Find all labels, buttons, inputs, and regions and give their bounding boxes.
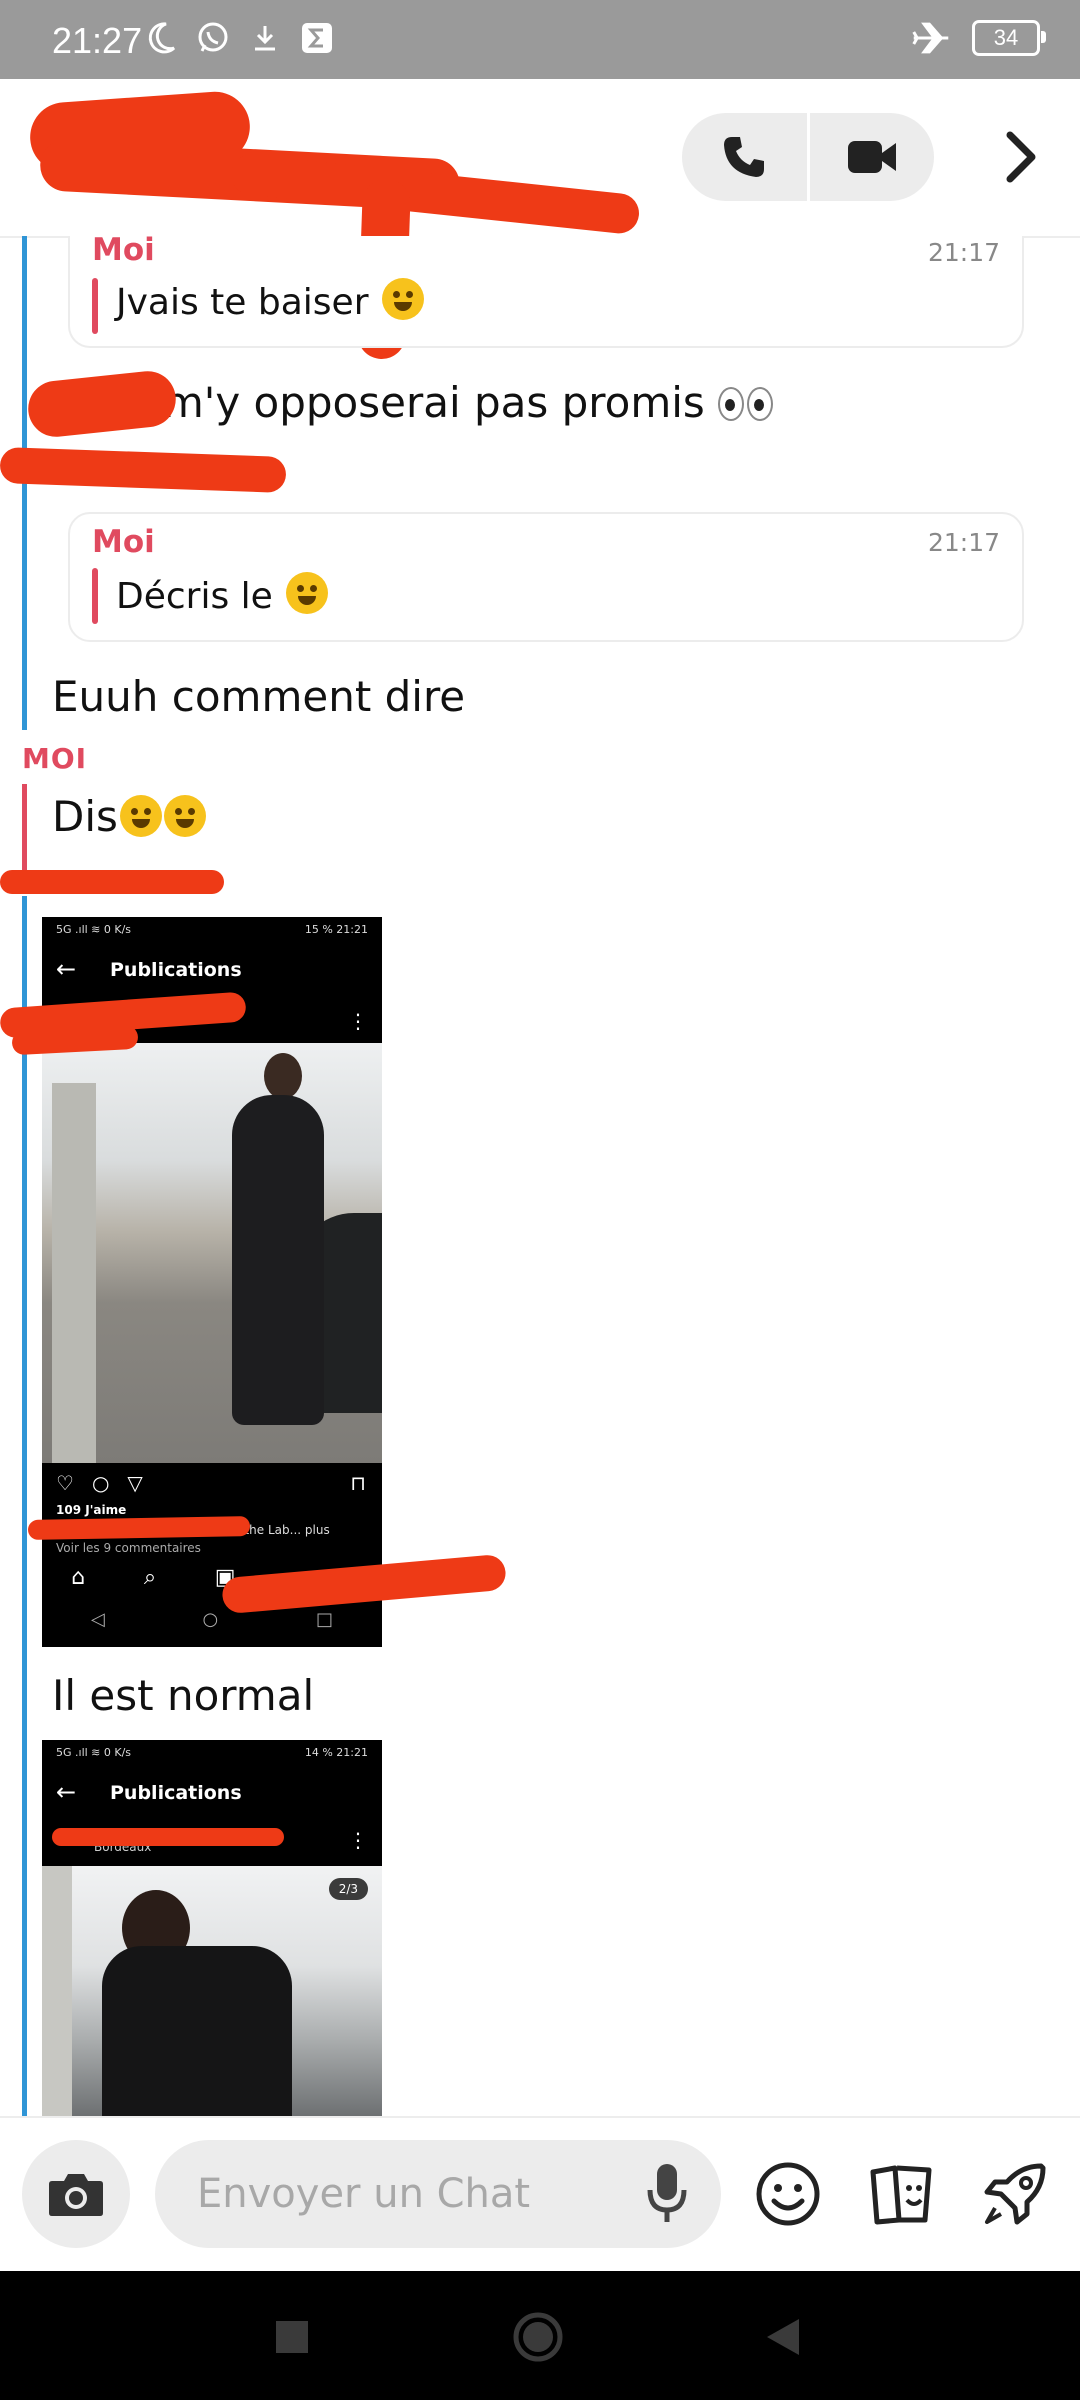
eyes-emoji [718,382,776,431]
stickers-icon[interactable] [862,2154,942,2234]
redaction-mark [27,1516,251,1540]
more-options-icon: ⋮ [348,1009,368,1033]
bookmark-icon: ⊓ [350,1471,366,1495]
chat-message-input[interactable] [155,2140,721,2248]
camera-button[interactable] [22,2140,130,2248]
more-options-icon: ⋮ [348,1828,368,1852]
recents-icon: □ [316,1609,334,1630]
home-button[interactable] [508,2307,568,2367]
screenshot-title: Publications [110,1782,242,1804]
shushing-face-emoji [381,278,424,320]
message-text[interactable]: je m'y opposerai pas promis [112,378,776,431]
battery-level: 34 [993,25,1019,50]
recents-button[interactable] [262,2307,322,2367]
back-triangle-icon [767,2319,799,2355]
video-camera-icon [847,141,896,173]
message-text[interactable]: Euuh comment dire [52,672,465,721]
rocket-icon[interactable] [975,2154,1055,2234]
phone-icon [724,137,765,177]
android-navigation-bar [0,2271,1080,2400]
rofl-emoji [119,795,162,837]
back-button[interactable] [752,2307,812,2367]
rofl-emoji [163,795,206,837]
heart-icon: ♡ [56,1471,74,1495]
redaction-mark [0,447,287,493]
whatsapp-icon [194,18,232,58]
message-list[interactable]: Moi 21:17 Jvais te baiser je m'y opposer… [0,236,1080,2116]
call-buttons [682,113,934,201]
screenshot-status-left: 5G .ıll ≋ 0 K/s [56,923,132,936]
post-actions: ♡ ○ ▽ [56,1471,143,1495]
quoted-time: 21:17 [927,528,1000,557]
home-icon: ⌂ [71,1565,86,1590]
screenshot-status-right: 15 % 21:21 [304,923,368,936]
circle-icon [513,2312,563,2362]
status-bar: 21:27 34 [0,0,1080,79]
battery-icon: 34 [972,20,1046,56]
shared-screenshot[interactable]: 5G .ıll ≋ 0 K/s 14 % 21:21 ← Publication… [42,1740,382,2116]
quoted-sender: Moi [92,236,155,268]
redaction-mark [0,870,224,894]
microphone-icon[interactable] [640,2158,694,2230]
back-icon: ◁ [90,1609,105,1630]
screenshot-status-right: 14 % 21:21 [304,1746,368,1759]
message-text[interactable]: Dis [52,792,206,841]
sigma-icon [298,18,336,58]
home-icon: ○ [202,1609,219,1630]
rofl-emoji [286,572,329,614]
video-call-button[interactable] [810,113,935,201]
thread-bar [22,784,27,872]
comments-link: Voir les 9 commentaires [56,1541,201,1555]
back-arrow-icon: ← [56,955,77,983]
status-time: 21:27 [52,20,143,61]
airplane-mode-icon [912,18,950,58]
redaction-mark [52,1828,284,1846]
square-icon [276,2321,308,2353]
comment-icon: ○ [91,1471,110,1495]
share-icon: ▽ [127,1471,143,1495]
audio-call-button[interactable] [682,113,807,201]
download-icon [246,18,284,58]
post-photo [42,1043,382,1463]
chat-input-bar [0,2116,1080,2273]
search-icon: ⌕ [143,1565,157,1590]
quoted-text: Jvais te baiser [116,278,424,323]
camera-icon [49,2174,103,2216]
smiley-icon[interactable] [748,2154,828,2234]
quoted-time: 21:17 [927,238,1000,267]
thread-bar [22,896,27,2116]
quoted-sender: Moi [92,524,155,560]
carousel-counter: 2/3 [328,1878,368,1900]
post-photo: 2/3 [42,1866,382,2116]
quoted-message[interactable]: Moi 21:17 Décris le [68,512,1024,642]
screenshot-title: Publications [110,959,242,981]
back-arrow-icon: ← [56,1778,77,1806]
chat-header [0,79,1080,360]
quoted-text: Décris le [116,572,329,617]
likes-count: 109 J'aime [56,1503,127,1517]
screenshot-status-left: 5G .ıll ≋ 0 K/s [56,1746,132,1759]
quoted-message[interactable]: Moi 21:17 Jvais te baiser [68,236,1024,348]
message-text[interactable]: Il est normal [52,1671,314,1720]
moon-icon [142,18,180,58]
chevron-right-icon[interactable] [990,125,1050,189]
sender-label: MOI [22,742,88,775]
